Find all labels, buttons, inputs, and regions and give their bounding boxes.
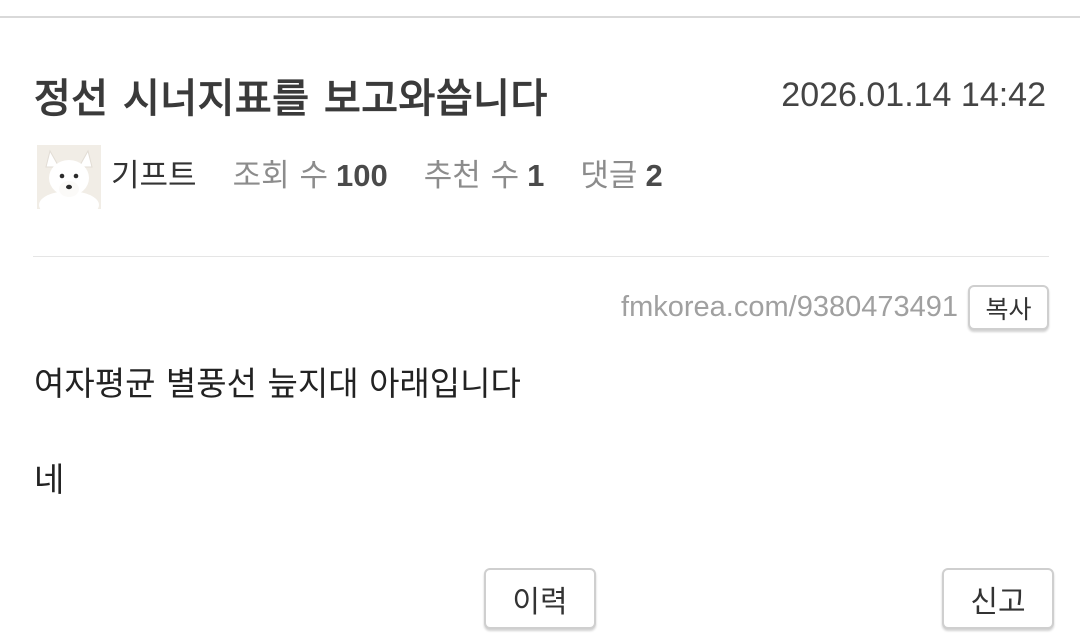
post-date: 2026.01.14 14:42	[781, 76, 1046, 114]
content-line: 네	[34, 460, 65, 499]
post-content: 여자평균 별풍선 늪지대 아래입니다 네	[34, 360, 1034, 504]
arctic-fox-avatar-icon	[37, 145, 101, 209]
post-title: 정선 시너지표를 보고와씁니다	[34, 76, 548, 122]
history-button[interactable]: 이력	[484, 568, 596, 629]
view-count-label: 조회 수	[232, 157, 328, 194]
view-count-value: 100	[335, 157, 388, 193]
top-divider	[0, 16, 1080, 18]
comment-count-value: 2	[645, 157, 663, 193]
post-meta: 기프트 조회 수 100 추천 수1 댓글 2	[37, 145, 663, 209]
author-name[interactable]: 기프트	[111, 150, 197, 195]
post-url[interactable]: fmkorea.com/9380473491	[621, 291, 958, 324]
recommend-count-value: 1	[527, 157, 545, 193]
recommend-count-label: 추천 수	[423, 157, 520, 194]
content-line: 여자평균 별풍선 늪지대 아래입니다	[34, 364, 521, 403]
copy-url-button[interactable]: 복사	[968, 285, 1049, 330]
comment-count[interactable]: 댓글 2	[580, 150, 662, 195]
author-avatar[interactable]	[37, 145, 101, 209]
comment-count-label: 댓글	[580, 157, 638, 194]
recommend-count: 추천 수1	[424, 150, 545, 195]
header-divider	[33, 256, 1049, 257]
view-count: 조회 수 100	[233, 150, 388, 195]
report-button[interactable]: 신고	[942, 568, 1054, 629]
post-url-bar: fmkorea.com/9380473491 복사	[621, 285, 1049, 330]
